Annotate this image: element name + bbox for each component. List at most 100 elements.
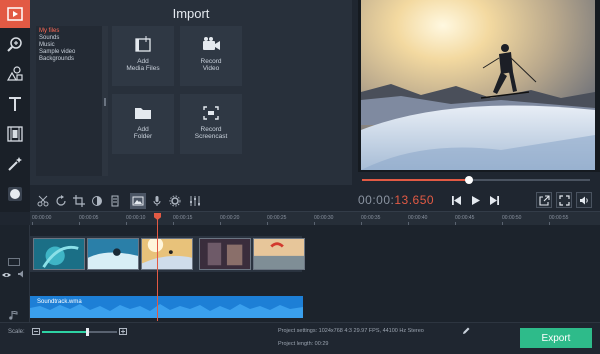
filmstrip-tool[interactable]	[0, 120, 30, 148]
ruler-tick: 00:00:00	[32, 215, 52, 225]
detach-preview-button[interactable]	[536, 192, 552, 208]
titles-shapes-tool[interactable]	[0, 60, 30, 88]
video-clip[interactable]	[199, 238, 251, 270]
file-tree-item-sample-video[interactable]: Sample video	[39, 49, 103, 56]
timecode-display: 00:00:13.650	[358, 193, 434, 207]
file-tree: My files Sounds Music Sample video Backg…	[36, 26, 106, 176]
scale-label: Scale:	[8, 329, 25, 335]
screencast-icon	[203, 106, 219, 120]
file-tree-item-backgrounds[interactable]: Backgrounds	[39, 56, 103, 63]
music-note-icon	[9, 311, 18, 320]
gear-icon	[169, 195, 181, 207]
timecode-prefix: 00:00:	[358, 193, 395, 207]
add-folder-label: Add Folder	[133, 126, 153, 140]
rotate-icon	[56, 195, 66, 206]
project-length-text: Project length: 00:29	[278, 341, 329, 347]
play-button[interactable]	[467, 192, 483, 208]
scale-slider[interactable]	[42, 328, 117, 336]
file-tree-item-my-files[interactable]: My files	[39, 28, 103, 35]
zoom-in-icon	[7, 37, 22, 52]
timecode-current: 13.650	[394, 193, 435, 207]
playback-progress-fill	[362, 179, 470, 181]
preview-panel	[358, 0, 600, 172]
external-window-icon	[538, 194, 550, 206]
playback-progress-bar[interactable]	[362, 176, 590, 184]
clip-thumbnail	[254, 239, 304, 269]
audio-record-button[interactable]	[150, 194, 164, 208]
scale-slider-handle[interactable]	[85, 328, 89, 336]
video-clip[interactable]	[141, 238, 193, 270]
playhead-line[interactable]	[157, 213, 158, 321]
record-icon	[8, 187, 22, 201]
speaker-icon	[579, 196, 588, 204]
add-media-files-label: Add Media Files	[126, 58, 160, 72]
zoom-tool[interactable]	[0, 30, 30, 58]
import-media-icon	[7, 7, 23, 21]
equalizer-button[interactable]	[188, 194, 202, 208]
play-icon	[471, 195, 480, 205]
track-speaker-icon[interactable]	[18, 270, 26, 278]
color-adjust-icon	[92, 196, 102, 206]
file-tree-splitter[interactable]	[102, 26, 108, 176]
skip-back-icon	[451, 195, 461, 205]
video-clip[interactable]	[33, 238, 85, 270]
skip-forward-button[interactable]	[486, 192, 502, 208]
ruler-tick: 00:00:15	[173, 215, 193, 225]
crop-icon	[73, 195, 85, 207]
timeline-ruler[interactable]: 00:00:00 00:00:05 00:00:10 00:00:15 00:0…	[30, 211, 600, 225]
record-video-button[interactable]: Record Video	[180, 26, 242, 86]
folder-icon	[135, 108, 151, 119]
scale-slider-fill	[42, 331, 86, 333]
video-track-icon	[8, 258, 20, 266]
edit-toolbar	[30, 191, 352, 211]
export-button[interactable]: Export	[520, 328, 592, 348]
playback-scrubber-handle[interactable]	[465, 176, 474, 184]
video-clip[interactable]	[87, 238, 139, 270]
volume-button[interactable]	[576, 192, 592, 208]
clip-properties-button[interactable]	[108, 194, 122, 208]
equalizer-icon	[190, 196, 200, 206]
text-icon	[9, 97, 21, 111]
crop-button[interactable]	[72, 194, 86, 208]
skip-back-button[interactable]	[448, 192, 464, 208]
eye-icon[interactable]	[2, 272, 11, 278]
record-video-label: Record Video	[200, 58, 222, 72]
microphone-icon	[153, 196, 161, 206]
cut-button[interactable]	[36, 194, 50, 208]
file-tree-item-sounds[interactable]: Sounds	[39, 35, 103, 42]
preview-frame	[361, 0, 595, 170]
filmstrip-icon	[7, 126, 23, 142]
zoom-in-small-icon[interactable]	[119, 328, 127, 335]
audio-track[interactable]: Soundtrack.wma	[30, 296, 303, 318]
import-panel: Import My files Sounds Music Sample vide…	[30, 0, 352, 185]
fullscreen-button[interactable]	[556, 192, 572, 208]
add-media-icon	[135, 36, 151, 52]
record-screencast-label: Record Screencast	[194, 126, 228, 140]
video-camera-icon	[203, 37, 220, 50]
scissors-icon	[37, 195, 49, 207]
rotate-button[interactable]	[54, 194, 68, 208]
color-adjust-button[interactable]	[90, 194, 104, 208]
ruler-tick: 00:00:45	[455, 215, 475, 225]
text-tool[interactable]	[0, 90, 30, 118]
settings-button[interactable]	[168, 194, 182, 208]
add-folder-button[interactable]: Add Folder	[112, 94, 174, 154]
ruler-tick: 00:00:20	[220, 215, 240, 225]
video-clip[interactable]	[253, 238, 305, 270]
image-button[interactable]	[130, 193, 146, 209]
file-tree-item-music[interactable]: Music	[39, 42, 103, 49]
add-media-files-button[interactable]: Add Media Files	[112, 26, 174, 86]
track-headers	[0, 225, 30, 322]
zoom-out-icon[interactable]	[32, 328, 40, 335]
ruler-tick: 00:00:10	[126, 215, 146, 225]
clip-thumbnail	[34, 239, 84, 269]
record-tool[interactable]	[0, 180, 30, 208]
magic-wand-icon	[8, 157, 22, 171]
fullscreen-icon	[558, 194, 570, 206]
import-media-tool[interactable]	[0, 0, 30, 28]
pencil-icon[interactable]	[462, 327, 470, 335]
magic-wand-tool[interactable]	[0, 150, 30, 178]
skip-forward-icon	[489, 195, 499, 205]
record-screencast-button[interactable]: Record Screencast	[180, 94, 242, 154]
ruler-tick: 00:00:35	[361, 215, 381, 225]
